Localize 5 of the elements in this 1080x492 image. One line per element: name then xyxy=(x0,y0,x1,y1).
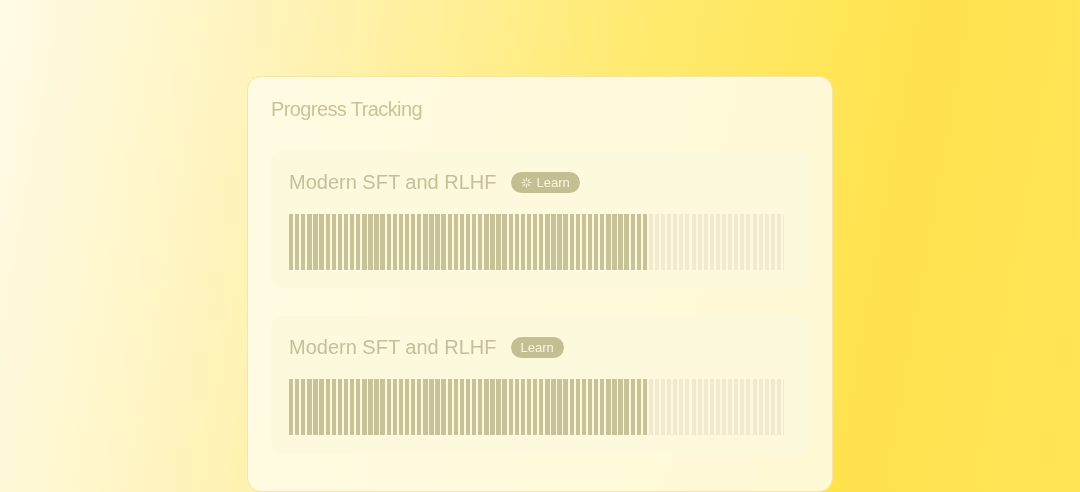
learn-button[interactable]: Learn xyxy=(510,336,564,358)
course-name: Modern SFT and RLHF xyxy=(289,170,497,195)
learn-button[interactable]: Learn xyxy=(510,171,580,193)
course-name: Modern SFT and RLHF xyxy=(289,335,497,360)
card-title: Progress Tracking xyxy=(271,97,423,121)
